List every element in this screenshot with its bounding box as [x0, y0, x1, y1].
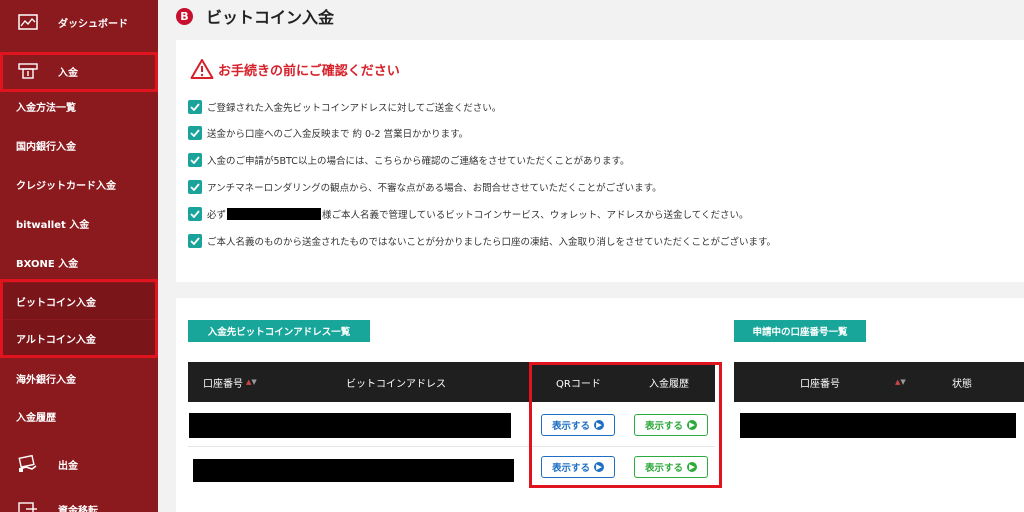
notice-item: 入金のご申請が5BTC以上の場合には、こちらから確認のご連絡をさせていただくこと… [188, 153, 630, 167]
notice-item: アンチマネーロンダリングの観点から、不審な点がある場合、お問合せさせていただくこ… [188, 180, 662, 194]
qr-show-label: 表示する [551, 463, 590, 474]
notice-item-text: 入金のご申請が5BTC以上の場合には、こちらから確認のご連絡をさせていただくこと… [207, 156, 630, 167]
sidebar-item-label: BXONE 入金 [16, 258, 79, 270]
sidebar-item-credit-card[interactable]: クレジットカード入金 [0, 166, 158, 202]
sidebar-item-label: 入金方法一覧 [16, 102, 76, 114]
notice-item-text: アンチマネーロンダリングの観点から、不審な点がある場合、お問合せさせていただくこ… [207, 183, 662, 194]
sidebar-item-label: 資金移転 [58, 506, 98, 512]
sort-icon[interactable]: ▲▼ [246, 378, 257, 386]
sidebar-item-label: 入金履歴 [16, 412, 56, 424]
check-icon [188, 153, 202, 167]
notice-item-text-suffix: 様ご本人名義で管理しているビットコインサービス、ウォレット、アドレスから送金して… [322, 210, 749, 221]
qr-show-button[interactable]: 表示する ▶ [541, 414, 615, 436]
sidebar-item-label: アルトコイン入金 [16, 334, 96, 346]
sidebar-item-bitwallet[interactable]: bitwallet 入金 [0, 205, 158, 241]
withdraw-icon [18, 455, 37, 472]
transfer-icon [18, 502, 37, 512]
sidebar-item-bxone[interactable]: BXONE 入金 [0, 244, 158, 280]
redacted-pending-row [740, 413, 1016, 438]
arrow-right-icon: ▶ [687, 462, 697, 472]
history-show-button[interactable]: 表示する ▶ [634, 414, 708, 436]
notice-item: 必ず 様ご本人名義で管理しているビットコインサービス、ウォレット、アドレスから送… [188, 207, 748, 221]
sidebar-item-label: 国内銀行入金 [16, 141, 76, 153]
address-table-header: 口座番号 ▲▼ ビットコインアドレス QRコード 入金履歴 [188, 362, 715, 402]
notice-item: 送金から口座へのご入金反映まで 約 0-2 営業日かかります。 [188, 126, 468, 140]
check-icon [188, 234, 202, 248]
notice-item-text: ご本人名義のものから送金されたものではないことが分かりましたら口座の凍結、入金取… [207, 237, 777, 248]
column-header-history: 入金履歴 [649, 378, 689, 390]
sidebar-item-label: bitwallet 入金 [16, 219, 90, 231]
history-show-label: 表示する [644, 421, 683, 432]
deposit-icon [18, 63, 38, 79]
dashboard-icon [18, 14, 38, 30]
sidebar-item-dashboard[interactable]: ダッシュボード [0, 2, 158, 42]
notice-item-text: 必ず [207, 210, 227, 221]
arrow-right-icon: ▶ [687, 420, 697, 430]
sidebar-item-withdraw[interactable]: 出金 [0, 444, 158, 484]
check-icon [188, 207, 202, 221]
check-icon [188, 126, 202, 140]
sidebar-item-deposit[interactable]: 入金 [0, 52, 158, 90]
arrow-right-icon: ▶ [594, 420, 604, 430]
sidebar-item-deposit-methods[interactable]: 入金方法一覧 [0, 88, 158, 124]
notice-item-text: ご登録された入金先ビットコインアドレスに対してご送金ください。 [207, 103, 502, 114]
column-header-status: 状態 [952, 378, 972, 390]
history-show-label: 表示する [644, 463, 683, 474]
sidebar-item-domestic-bank[interactable]: 国内銀行入金 [0, 127, 158, 163]
column-header-account-label: 口座番号 [203, 378, 243, 390]
redacted-name [227, 208, 322, 220]
redacted-row-1 [189, 413, 511, 438]
pending-list-label: 申請中の口座番号一覧 [734, 320, 866, 342]
notice-item: ご本人名義のものから送金されたものではないことが分かりましたら口座の凍結、入金取… [188, 234, 776, 248]
notice-title: お手続きの前にご確認ください [218, 64, 400, 79]
check-icon [188, 100, 202, 114]
sidebar-item-label: ダッシュボード [58, 18, 128, 30]
sidebar-item-altcoin[interactable]: アルトコイン入金 [0, 320, 158, 356]
notice-item-text: 送金から口座へのご入金反映まで 約 0-2 営業日かかります。 [207, 129, 469, 140]
pending-table-header: 口座番号 ▲▼ 状態 [734, 362, 1024, 402]
sidebar-item-overseas-bank[interactable]: 海外銀行入金 [0, 360, 158, 396]
row-divider [188, 446, 715, 447]
sidebar: ダッシュボード 入金 入金方法一覧 国内銀行入金 クレジットカード入金 bitw… [0, 0, 158, 512]
sidebar-item-transfer[interactable]: 資金移転 [0, 494, 158, 512]
bitcoin-icon: B [176, 7, 193, 25]
sidebar-item-label: 出金 [58, 460, 78, 472]
column-header-pending-account: 口座番号 [800, 378, 840, 390]
history-show-button[interactable]: 表示する ▶ [634, 456, 708, 478]
sidebar-item-label: 入金 [58, 67, 78, 79]
address-list-label: 入金先ビットコインアドレス一覧 [188, 320, 370, 342]
sidebar-item-label: クレジットカード入金 [16, 180, 116, 192]
qr-show-button[interactable]: 表示する ▶ [541, 456, 615, 478]
column-header-account[interactable]: 口座番号 ▲▼ [203, 362, 257, 402]
qr-show-label: 表示する [551, 421, 590, 432]
warning-icon [190, 59, 214, 79]
notice-item: ご登録された入金先ビットコインアドレスに対してご送金ください。 [188, 100, 501, 114]
sidebar-item-bitcoin[interactable]: ビットコイン入金 [0, 283, 158, 319]
page-title: ビットコイン入金 [206, 8, 335, 27]
check-icon [188, 180, 202, 194]
sidebar-item-label: 海外銀行入金 [16, 374, 76, 386]
column-header-address: ビットコインアドレス [346, 378, 446, 390]
sidebar-item-deposit-history[interactable]: 入金履歴 [0, 398, 158, 434]
page-header: B ビットコイン入金 [176, 4, 334, 28]
redacted-row-2 [193, 459, 514, 482]
sidebar-item-label: ビットコイン入金 [16, 297, 96, 309]
column-header-qr: QRコード [556, 378, 601, 390]
sort-icon[interactable]: ▲▼ [892, 362, 906, 402]
arrow-right-icon: ▶ [594, 462, 604, 472]
